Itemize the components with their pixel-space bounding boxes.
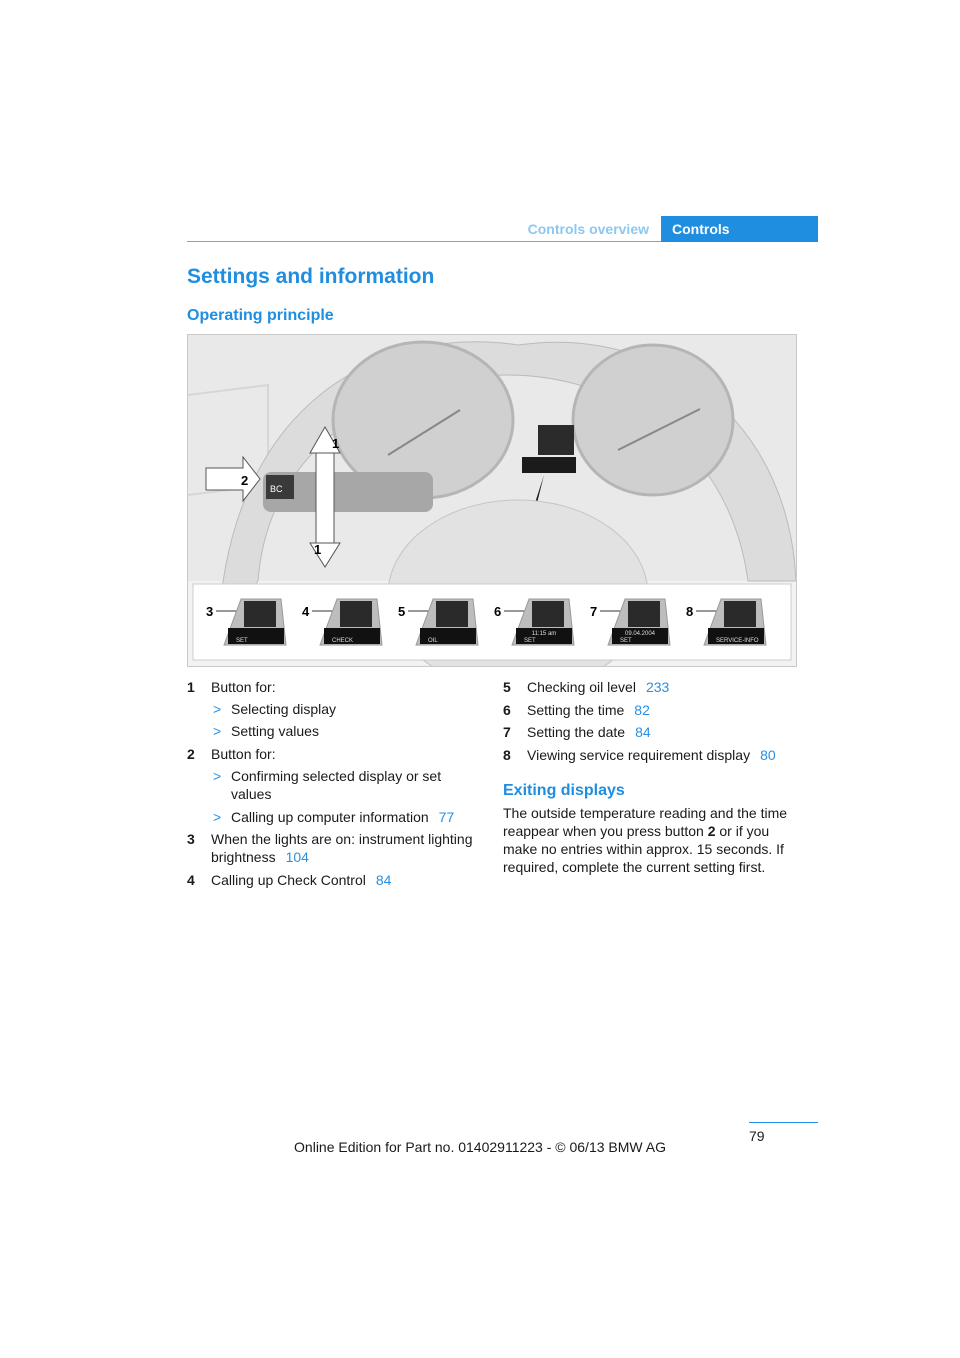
callout-1-top: 1 [332,436,339,451]
item-number: 5 [503,679,511,695]
page-ref-link[interactable]: 104 [286,849,309,865]
left-list: 1 Button for: > Selecting display > Setting… [187,678,482,893]
header-section[interactable]: Controls overview [480,221,649,237]
list-item: 5 Checking oil level 233 [503,678,803,701]
bullet-text: Setting values [231,723,319,739]
item-text: Button for: [211,746,276,762]
display-line2: OIL [428,638,438,644]
header-tab[interactable]: Controls [661,216,818,242]
bullet-arrow-icon: > [213,768,222,784]
page-ref-link[interactable]: 82 [634,702,650,718]
display-icon [436,601,468,627]
manual-page: Controls overview Controls Settings and … [0,0,960,1358]
item-text: Checking oil level [527,679,636,695]
display-line2: SET [524,638,536,644]
control-number: 7 [590,604,597,619]
exiting-paragraph: The outside temperature reading and the … [503,804,798,876]
page-ref-link[interactable]: 84 [376,872,392,888]
item-number: 6 [503,701,511,718]
bullet-text: Selecting display [231,701,337,717]
display-line2: SET [236,638,248,644]
display-line1: 11:15 am [532,631,557,637]
page-ref-link[interactable]: 233 [646,679,669,695]
item-number: 8 [503,746,511,763]
bullet-arrow-icon: > [213,723,222,739]
display-line2: SERVICE-INFO [716,638,759,644]
callout-1-bottom: 1 [314,542,321,557]
instrument-cluster-figure: BC 1 2 1 3 SET 4 CHECK 5 OIL 6 11:15 am SET… [187,334,797,691]
exiting-heading: Exiting displays [503,782,625,799]
display-line2: SET [620,638,632,644]
stalk-button-label: BC [270,484,283,494]
page-ref-link[interactable]: 84 [635,724,651,740]
para-bold: 2 [707,823,716,839]
page-ref-link[interactable]: 80 [760,747,776,763]
callout-2: 2 [241,473,248,488]
control-number: 4 [302,604,310,619]
section-heading: Operating principle [187,307,334,324]
item-text: Setting the date [527,724,626,740]
item-text: Calling up Check Control [211,872,366,888]
bullet-text: Confirming selected display or set value… [231,768,442,802]
control-number: 8 [686,604,693,619]
page-title: Settings and information [187,265,435,288]
page-ref-link[interactable]: 77 [439,809,455,825]
item-text: When the lights are on: instrument light… [211,831,473,865]
display-line1: 09.04.2004 [625,631,656,637]
control-number: 3 [206,604,213,619]
display-icon [628,601,660,627]
item-text: Setting the time [527,701,625,718]
footer: Online Edition for Part no. 01402911223 … [294,1139,666,1155]
item-text: Button for: [211,679,276,695]
item-number: 1 [187,679,195,695]
right-list: 5 Checking oil level 233 6 Setting the time 8… [503,678,803,768]
item-text: Viewing service requirement display [527,746,751,763]
list-item: 6 Setting the time 82 [503,701,803,724]
control-number: 5 [398,604,405,619]
page-number-rule [749,1122,818,1123]
list-item: 8 Viewing service requirement display 80 [503,746,803,769]
display-icon [244,601,276,627]
display-icon [724,601,756,627]
item-number: 2 [187,746,195,762]
bullet-arrow-icon: > [213,701,222,717]
item-number: 7 [503,724,511,740]
control-number: 6 [494,604,501,619]
display-icon [532,601,564,627]
bullet-text: Calling up computer information [231,809,429,825]
bullet-arrow-icon: > [213,809,222,825]
display-line2: CHECK [332,638,353,644]
item-number: 4 [187,872,195,888]
item-number: 3 [187,831,195,847]
display-icon [340,601,372,627]
list-item: 7 Setting the date 84 [503,723,803,746]
